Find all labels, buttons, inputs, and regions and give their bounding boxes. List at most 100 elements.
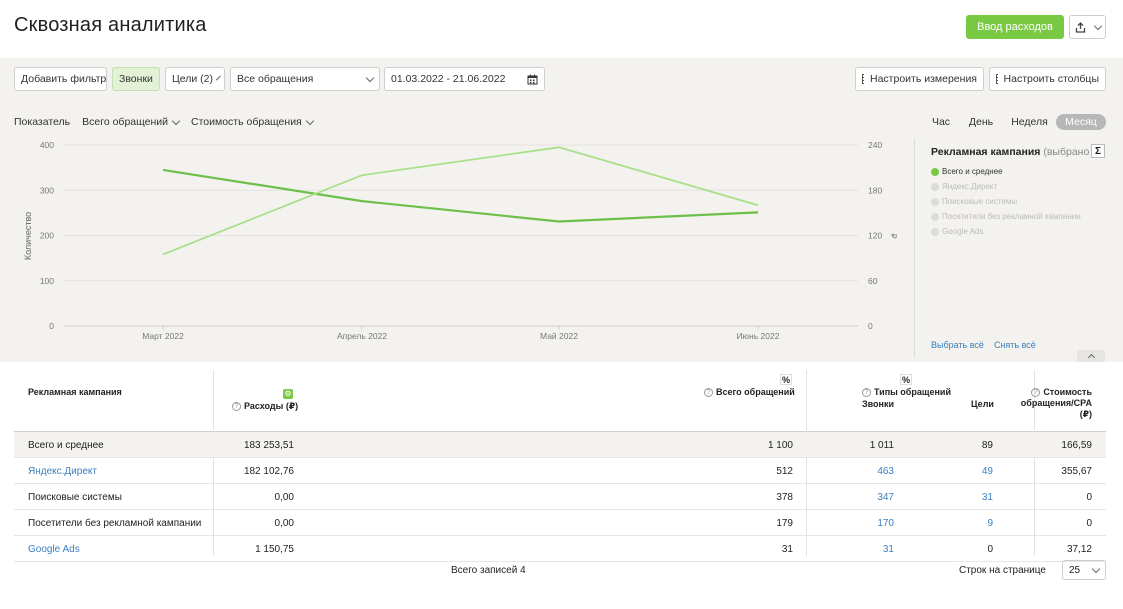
legend-links: Выбрать всё Снять всё — [931, 340, 1036, 350]
collapse-chart-button[interactable] — [1077, 350, 1105, 362]
cell-calls[interactable]: 31 — [883, 544, 894, 555]
legend-item[interactable]: Посетители без рекламной кампании — [931, 212, 1081, 221]
legend-item[interactable]: Поисковые системы — [931, 197, 1017, 206]
cell-goals[interactable]: 9 — [987, 518, 993, 529]
cell-total: 31 — [781, 544, 793, 555]
cell-costs: 0,00 — [274, 518, 294, 529]
chart-panel: Показатель Всего обращений Стоимость обр… — [0, 100, 1123, 362]
export-button[interactable] — [1069, 15, 1106, 39]
cell-goals[interactable]: 31 — [982, 492, 993, 503]
table-grid-icon — [996, 74, 998, 84]
help-icon: ? — [1031, 388, 1041, 398]
campaign-name[interactable]: Google Ads — [28, 544, 80, 555]
y-tick-label: 100 — [40, 276, 54, 286]
header-costs-label: Расходы (₽) — [244, 401, 299, 411]
y-tick-label: 300 — [40, 185, 54, 195]
cell-total: 179 — [776, 518, 793, 529]
cell-calls[interactable]: 347 — [877, 492, 894, 503]
chevron-down-icon — [365, 73, 375, 82]
add-filter-button[interactable]: Добавить фильтр — [14, 67, 107, 91]
y-right-tick-label: 120 — [868, 231, 882, 241]
campaign-legend: Рекламная кампания (выбрано 1) Σ Всего и… — [914, 138, 1123, 358]
header-cpa[interactable]: ? Стоимость обращения/CPA (₽) — [1021, 387, 1092, 420]
chevron-down-icon — [216, 75, 221, 80]
legend-dot-icon — [931, 197, 939, 206]
costs-settings-icon[interactable]: ⚙ — [283, 388, 293, 399]
percent-toggle-types[interactable]: % — [900, 374, 912, 385]
campaign-name[interactable]: Яндекс.Директ — [28, 466, 97, 477]
total-records: Всего записей 4 — [451, 565, 526, 576]
date-range-value: 01.03.2022 - 21.06.2022 — [391, 73, 506, 85]
legend-item[interactable]: Всего и среднее — [931, 167, 1003, 176]
y-tick-label: 400 — [40, 140, 54, 150]
configure-columns-label: Настроить столбцы — [1003, 73, 1099, 85]
period-hour[interactable]: Час — [928, 114, 954, 130]
goals-dropdown[interactable]: Цели (2) — [165, 67, 225, 91]
deselect-all-link[interactable]: Снять всё — [994, 340, 1036, 350]
header-total-requests[interactable]: ? Всего обращений — [704, 387, 795, 398]
legend-title: Рекламная кампания (выбрано 1) — [931, 146, 1102, 158]
period-day[interactable]: День — [965, 114, 997, 130]
series-line — [162, 146, 759, 256]
table-row: Поисковые системы 0,00 378 347 31 0 — [14, 484, 1106, 510]
configure-dimensions-label: Настроить измерения — [870, 73, 977, 85]
configure-dimensions-button[interactable]: Настроить измерения — [855, 67, 984, 91]
legend-dot-icon — [931, 182, 939, 191]
header-goals[interactable]: Цели — [971, 399, 994, 409]
y-tick-label: 200 — [40, 231, 54, 241]
legend-dot-icon — [931, 167, 939, 176]
cell-calls[interactable]: 170 — [877, 518, 894, 529]
legend-item-label: Посетители без рекламной кампании — [942, 212, 1081, 221]
help-icon: ? — [704, 388, 713, 398]
legend-item[interactable]: Google Ads — [931, 227, 983, 236]
header-costs[interactable]: ? Расходы (₽) — [232, 401, 298, 412]
configure-columns-button[interactable]: Настроить столбцы — [989, 67, 1106, 91]
sigma-button[interactable]: Σ — [1091, 144, 1105, 158]
help-icon: ? — [862, 388, 871, 398]
header-request-types[interactable]: ? Типы обращений — [862, 387, 951, 398]
percent-toggle-total[interactable]: % — [780, 374, 792, 385]
cell-total: 1 100 — [767, 440, 793, 451]
chevron-up-icon — [1087, 353, 1095, 362]
period-month[interactable]: Месяц — [1056, 114, 1106, 130]
date-range-picker[interactable]: 01.03.2022 - 21.06.2022 — [384, 67, 545, 91]
header-types-label: Типы обращений — [874, 387, 951, 397]
input-costs-button[interactable]: Ввод расходов — [966, 15, 1064, 39]
cell-costs: 0,00 — [274, 492, 294, 503]
table-header: Рекламная кампания ⚙ ? Расходы (₽) % ? Все… — [14, 370, 1106, 556]
y-tick-label: 0 — [49, 321, 54, 331]
legend-item[interactable]: Яндекс.Директ — [931, 182, 997, 191]
y-right-tick-label: 0 — [868, 321, 873, 331]
period-week[interactable]: Неделя — [1008, 114, 1051, 130]
header-campaign[interactable]: Рекламная кампания — [28, 387, 122, 397]
table-total-row: Всего и среднее 183 253,51 1 100 1 011 89 166… — [14, 432, 1106, 458]
calls-toggle[interactable]: Звонки — [112, 67, 160, 91]
cell-goals[interactable]: 49 — [982, 466, 993, 477]
goals-dropdown-label: Цели (2) — [172, 73, 214, 85]
x-tick-label: Апрель 2022 — [337, 331, 387, 341]
header-calls[interactable]: Звонки — [862, 399, 894, 409]
legend-title-text: Рекламная кампания — [931, 146, 1041, 158]
page-header: Сквозная аналитика Ввод расходов — [0, 0, 1123, 58]
rows-per-page-select[interactable]: 25 — [1062, 560, 1106, 580]
legend-item-label: Поисковые системы — [942, 197, 1018, 206]
help-icon: ? — [232, 402, 241, 412]
y-right-tick-label: 180 — [868, 185, 882, 195]
y-right-axis-label: ₽ — [889, 233, 898, 238]
cell-goals: 0 — [987, 544, 993, 555]
cell-total: 378 — [776, 492, 793, 503]
cell-costs: 183 253,51 — [243, 440, 294, 451]
legend-item-label: Яндекс.Директ — [942, 182, 998, 191]
add-filter-label: Добавить фильтр — [21, 73, 107, 85]
header-total-label: Всего обращений — [716, 387, 795, 397]
campaign-name: Посетители без рекламной кампании — [28, 518, 202, 529]
cell-calls[interactable]: 463 — [877, 466, 894, 477]
cell-total: 512 — [776, 466, 793, 477]
select-all-link[interactable]: Выбрать всё — [931, 340, 984, 350]
requests-select[interactable]: Все обращения — [230, 67, 380, 91]
table-grid-icon — [862, 74, 864, 84]
table-footer: Всего записей 4 Строк на странице 25 — [0, 558, 1123, 588]
cell-goals: 89 — [981, 440, 993, 451]
requests-select-value: Все обращения — [237, 73, 314, 85]
series-line — [162, 168, 759, 223]
